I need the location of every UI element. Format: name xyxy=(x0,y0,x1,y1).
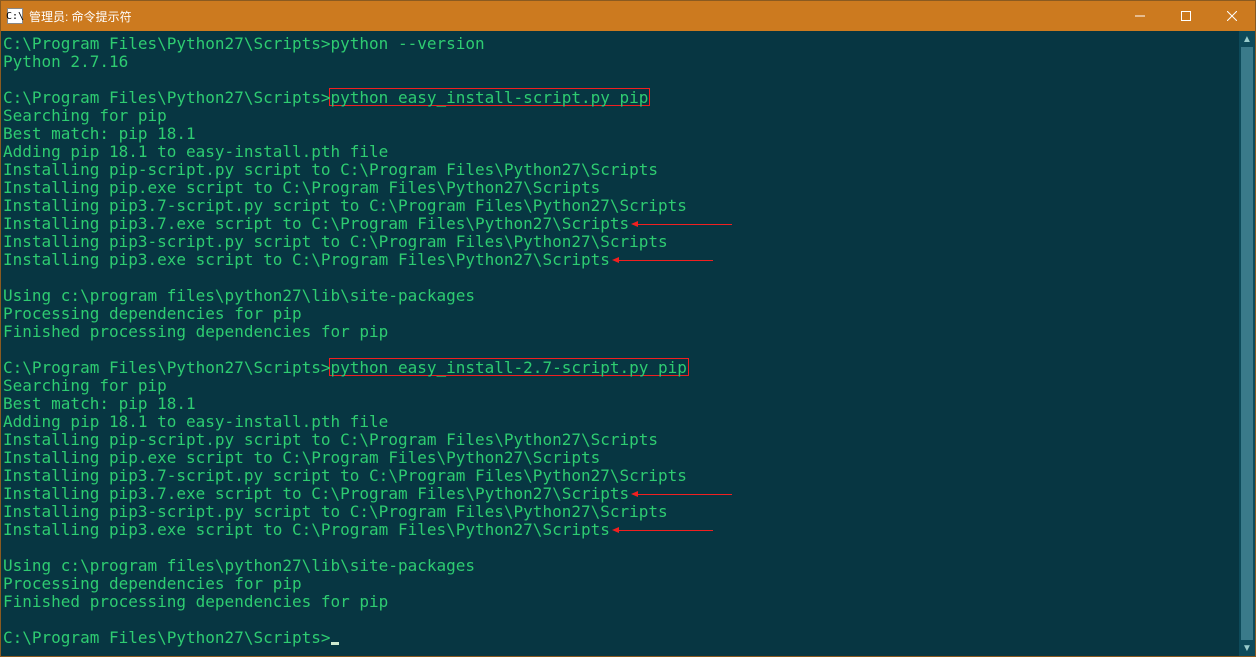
terminal-line: Processing dependencies for pip xyxy=(3,305,1253,323)
terminal-line: Best match: pip 18.1 xyxy=(3,125,1253,143)
scrollbar-thumb[interactable] xyxy=(1241,47,1253,640)
terminal-line: Installing pip.exe script to C:\Program … xyxy=(3,449,1253,467)
window: C:\ 管理员: 命令提示符 C:\Program Files\Python27… xyxy=(0,0,1256,657)
window-title: 管理员: 命令提示符 xyxy=(29,8,132,25)
terminal-line: Installing pip3-script.py script to C:\P… xyxy=(3,233,1253,251)
terminal-line: Installing pip.exe script to C:\Program … xyxy=(3,179,1253,197)
terminal-line: C:\Program Files\Python27\Scripts>python… xyxy=(3,359,1253,377)
terminal-line: Adding pip 18.1 to easy-install.pth file xyxy=(3,413,1253,431)
maximize-icon xyxy=(1181,11,1191,21)
terminal-line: Finished processing dependencies for pip xyxy=(3,593,1253,611)
terminal-line xyxy=(3,269,1253,287)
terminal-line: Searching for pip xyxy=(3,377,1253,395)
terminal-line: Using c:\program files\python27\lib\site… xyxy=(3,287,1253,305)
terminal-line: Python 2.7.16 xyxy=(3,53,1253,71)
terminal-line: Installing pip3.exe script to C:\Program… xyxy=(3,251,1253,269)
scroll-up-button[interactable]: ▲ xyxy=(1239,31,1255,47)
terminal-line: C:\Program Files\Python27\Scripts>python… xyxy=(3,89,1253,107)
maximize-button[interactable] xyxy=(1163,1,1209,31)
terminal-line xyxy=(3,341,1253,359)
cursor xyxy=(331,642,339,645)
terminal-line: Installing pip3.7.exe script to C:\Progr… xyxy=(3,215,1253,233)
terminal-line: Processing dependencies for pip xyxy=(3,575,1253,593)
terminal-line: Installing pip3.7-script.py script to C:… xyxy=(3,197,1253,215)
terminal-line: Installing pip-script.py script to C:\Pr… xyxy=(3,431,1253,449)
annotation-arrow xyxy=(618,260,713,261)
terminal-line: Using c:\program files\python27\lib\site… xyxy=(3,557,1253,575)
titlebar[interactable]: C:\ 管理员: 命令提示符 xyxy=(1,1,1255,31)
terminal-line: C:\Program Files\Python27\Scripts>python… xyxy=(3,35,1253,53)
scroll-down-button[interactable]: ▼ xyxy=(1239,640,1255,656)
terminal-line xyxy=(3,611,1253,629)
close-button[interactable] xyxy=(1209,1,1255,31)
minimize-button[interactable] xyxy=(1117,1,1163,31)
close-icon xyxy=(1227,11,1237,21)
annotation-arrow xyxy=(618,530,713,531)
terminal-line: Installing pip-script.py script to C:\Pr… xyxy=(3,161,1253,179)
terminal-line: Installing pip3.exe script to C:\Program… xyxy=(3,521,1253,539)
terminal-content: C:\Program Files\Python27\Scripts>python… xyxy=(3,35,1253,647)
terminal-line: C:\Program Files\Python27\Scripts> xyxy=(3,629,1253,647)
terminal-line: Adding pip 18.1 to easy-install.pth file xyxy=(3,143,1253,161)
cmd-icon: C:\ xyxy=(7,8,23,24)
terminal-line xyxy=(3,71,1253,89)
terminal[interactable]: C:\Program Files\Python27\Scripts>python… xyxy=(1,31,1255,656)
annotation-arrow xyxy=(637,494,732,495)
minimize-icon xyxy=(1135,11,1145,21)
terminal-line: Installing pip3-script.py script to C:\P… xyxy=(3,503,1253,521)
annotation-arrow xyxy=(637,224,732,225)
terminal-line: Best match: pip 18.1 xyxy=(3,395,1253,413)
terminal-line: Installing pip3.7-script.py script to C:… xyxy=(3,467,1253,485)
terminal-line: Installing pip3.7.exe script to C:\Progr… xyxy=(3,485,1253,503)
terminal-line: Finished processing dependencies for pip xyxy=(3,323,1253,341)
terminal-line: Searching for pip xyxy=(3,107,1253,125)
terminal-line xyxy=(3,539,1253,557)
scrollbar[interactable]: ▲ ▼ xyxy=(1239,31,1255,656)
